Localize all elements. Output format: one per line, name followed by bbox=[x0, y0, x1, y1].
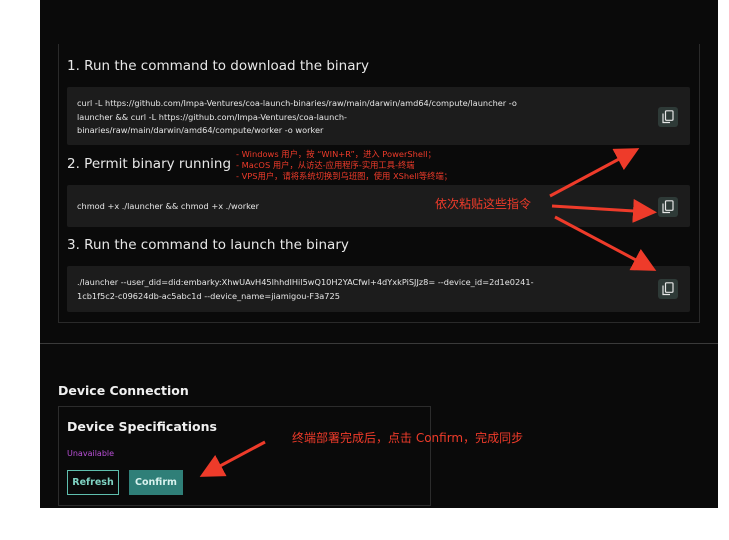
arrow-to-copy-2 bbox=[551, 198, 657, 223]
annotation-arrows bbox=[199, 148, 657, 477]
arrow-to-copy-1 bbox=[549, 148, 640, 198]
arrow-to-confirm bbox=[199, 440, 266, 477]
arrow-to-copy-3 bbox=[554, 215, 657, 271]
